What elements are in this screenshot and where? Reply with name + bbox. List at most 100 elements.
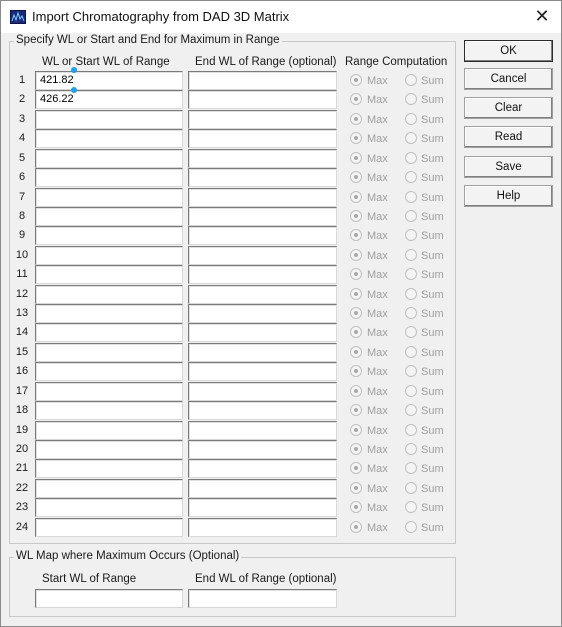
close-icon[interactable]: ✕ (531, 6, 553, 28)
sum-radio[interactable] (405, 191, 417, 203)
start-wl-field[interactable] (35, 518, 183, 537)
sum-radio[interactable] (405, 152, 417, 164)
start-wl-field[interactable] (35, 421, 183, 440)
start-wl-field[interactable] (35, 265, 183, 284)
end-wl-field[interactable] (188, 382, 337, 401)
sum-radio[interactable] (405, 346, 417, 358)
sum-radio[interactable] (405, 229, 417, 241)
start-wl-field[interactable] (35, 129, 183, 148)
start-wl-field[interactable] (35, 401, 183, 420)
sum-radio[interactable] (405, 462, 417, 474)
end-wl-field[interactable] (188, 323, 337, 342)
max-radio[interactable] (350, 229, 362, 241)
max-radio[interactable] (350, 74, 362, 86)
max-radio[interactable] (350, 113, 362, 125)
sum-radio[interactable] (405, 210, 417, 222)
max-radio[interactable] (350, 307, 362, 319)
sum-radio[interactable] (405, 171, 417, 183)
end-wl-field[interactable] (188, 304, 337, 323)
sum-radio[interactable] (405, 132, 417, 144)
end-wl-field[interactable] (188, 518, 337, 537)
start-wl-field[interactable] (35, 149, 183, 168)
end-wl-field[interactable] (188, 168, 337, 187)
sum-radio[interactable] (405, 326, 417, 338)
sum-radio[interactable] (405, 443, 417, 455)
end-wl-field[interactable] (188, 343, 337, 362)
max-radio[interactable] (350, 404, 362, 416)
end-wl-field[interactable] (188, 285, 337, 304)
start-wl-field[interactable] (35, 362, 183, 381)
end-wl-field[interactable] (188, 129, 337, 148)
cancel-button[interactable]: Cancel (464, 68, 553, 90)
max-radio[interactable] (350, 288, 362, 300)
start-wl-field[interactable] (35, 440, 183, 459)
start-wl-field[interactable] (35, 382, 183, 401)
max-radio[interactable] (350, 132, 362, 144)
start-wl-field[interactable] (35, 459, 183, 478)
end-wl-field[interactable] (188, 362, 337, 381)
map-end-wl-field[interactable] (188, 589, 337, 608)
end-wl-field[interactable] (188, 110, 337, 129)
sum-radio[interactable] (405, 482, 417, 494)
max-radio[interactable] (350, 249, 362, 261)
help-button[interactable]: Help (464, 185, 553, 207)
end-wl-field[interactable] (188, 401, 337, 420)
end-wl-field[interactable] (188, 246, 337, 265)
sum-radio[interactable] (405, 501, 417, 513)
start-wl-field[interactable] (35, 479, 183, 498)
max-radio[interactable] (350, 268, 362, 280)
start-wl-field[interactable] (35, 323, 183, 342)
max-radio[interactable] (350, 152, 362, 164)
start-wl-field[interactable] (35, 304, 183, 323)
start-wl-field[interactable]: 421.82 (35, 71, 183, 90)
clear-button[interactable]: Clear (464, 97, 553, 119)
start-wl-field[interactable] (35, 188, 183, 207)
max-radio[interactable] (350, 171, 362, 183)
end-wl-field[interactable] (188, 226, 337, 245)
end-wl-field[interactable] (188, 421, 337, 440)
sum-radio[interactable] (405, 74, 417, 86)
max-radio[interactable] (350, 365, 362, 377)
start-wl-field[interactable] (35, 285, 183, 304)
end-wl-field[interactable] (188, 149, 337, 168)
save-button[interactable]: Save (464, 156, 553, 178)
max-radio[interactable] (350, 521, 362, 533)
max-radio[interactable] (350, 424, 362, 436)
map-start-wl-field[interactable] (35, 589, 183, 608)
ok-button[interactable]: OK (464, 40, 553, 62)
end-wl-field[interactable] (188, 459, 337, 478)
max-radio[interactable] (350, 462, 362, 474)
max-radio[interactable] (350, 191, 362, 203)
start-wl-field[interactable] (35, 110, 183, 129)
sum-radio[interactable] (405, 404, 417, 416)
sum-radio[interactable] (405, 365, 417, 377)
max-radio[interactable] (350, 385, 362, 397)
end-wl-field[interactable] (188, 90, 337, 109)
max-radio[interactable] (350, 93, 362, 105)
end-wl-field[interactable] (188, 207, 337, 226)
max-radio[interactable] (350, 501, 362, 513)
max-radio[interactable] (350, 326, 362, 338)
end-wl-field[interactable] (188, 71, 337, 90)
max-radio[interactable] (350, 346, 362, 358)
start-wl-field[interactable]: 426.22 (35, 90, 183, 109)
sum-radio[interactable] (405, 424, 417, 436)
end-wl-field[interactable] (188, 440, 337, 459)
end-wl-field[interactable] (188, 498, 337, 517)
end-wl-field[interactable] (188, 479, 337, 498)
sum-radio[interactable] (405, 268, 417, 280)
sum-radio[interactable] (405, 385, 417, 397)
max-radio[interactable] (350, 210, 362, 222)
end-wl-field[interactable] (188, 265, 337, 284)
sum-radio[interactable] (405, 249, 417, 261)
end-wl-field[interactable] (188, 188, 337, 207)
sum-radio[interactable] (405, 521, 417, 533)
sum-radio[interactable] (405, 288, 417, 300)
start-wl-field[interactable] (35, 168, 183, 187)
start-wl-field[interactable] (35, 226, 183, 245)
start-wl-field[interactable] (35, 207, 183, 226)
start-wl-field[interactable] (35, 246, 183, 265)
start-wl-field[interactable] (35, 498, 183, 517)
start-wl-field[interactable] (35, 343, 183, 362)
read-button[interactable]: Read (464, 126, 553, 148)
